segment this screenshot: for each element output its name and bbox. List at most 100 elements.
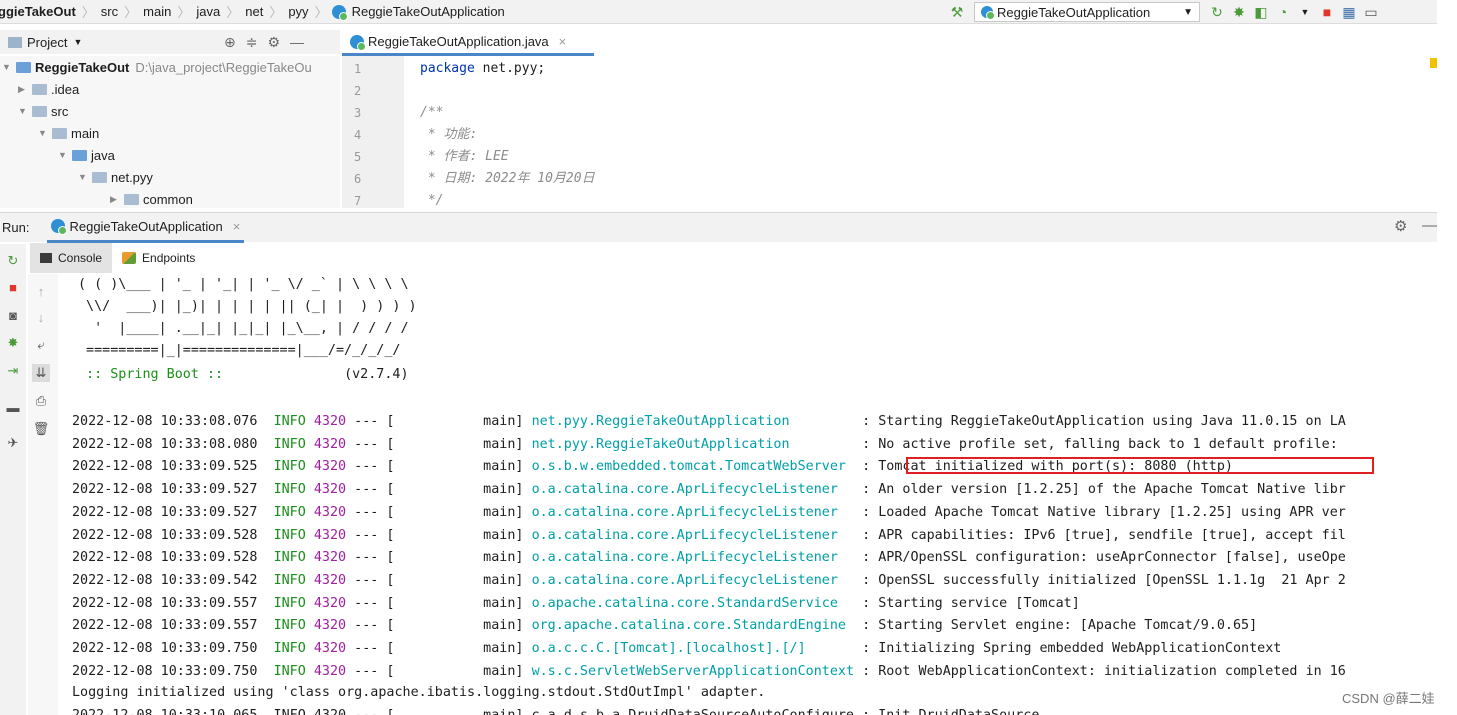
log-spacer	[257, 414, 273, 429]
log-timestamp: 2022-12-08 10:33:09.528	[72, 550, 258, 566]
rerun-icon[interactable]: ↻	[1206, 1, 1228, 23]
hide-minus-icon[interactable]: —	[290, 34, 304, 51]
code-editor[interactable]: package net.pyy; /** * 功能: * 作者: LEE * 日…	[420, 56, 1420, 208]
run-left-toolbar: ↻ ■ ◙ ✸ ⇥ ▬ ✈	[0, 244, 26, 715]
breadcrumb-net[interactable]: net	[243, 4, 265, 19]
log-pid: 4320	[313, 436, 347, 452]
watermark-text: CSDN @薛二娃	[1342, 691, 1435, 706]
expanded-arrow-icon[interactable]: ▼	[38, 128, 52, 138]
tree-item-net-pyy[interactable]: ▼ net.pyy	[78, 166, 153, 188]
rerun-icon[interactable]: ↻	[4, 252, 22, 270]
tree-item-src[interactable]: ▼ src	[18, 100, 68, 122]
console-icon	[40, 253, 52, 263]
package-folder-icon	[92, 171, 107, 183]
expanded-arrow-icon[interactable]: ▼	[18, 106, 32, 116]
close-icon[interactable]: ×	[559, 34, 567, 49]
log-thread: --- [ main]	[346, 572, 532, 588]
debug-bug-icon[interactable]: ✸	[4, 334, 22, 352]
editor-tab[interactable]: ReggieTakeOutApplication.java ×	[342, 30, 594, 56]
breadcrumb-java[interactable]: java	[194, 4, 222, 19]
log-spacer	[257, 596, 273, 611]
endpoints-icon	[122, 252, 137, 264]
collapsed-arrow-icon[interactable]: ▶	[110, 194, 124, 205]
stop-icon[interactable]: ■	[1316, 1, 1338, 23]
debug-bug-icon[interactable]: ✸	[1228, 1, 1250, 23]
breadcrumb-main[interactable]: main	[141, 4, 173, 19]
log-spacer	[257, 482, 273, 497]
build-hammer-icon[interactable]: ⚒	[946, 1, 968, 23]
arrow-down-icon[interactable]: ↓	[32, 308, 50, 326]
log-message: : No active profile set, falling back to…	[854, 436, 1338, 452]
breadcrumb-class[interactable]: ReggieTakeOutApplication	[350, 4, 507, 19]
locate-target-icon[interactable]: ⊕	[224, 34, 236, 51]
soft-wrap-icon[interactable]: ⤶	[32, 336, 50, 354]
gear-icon[interactable]: ⚙	[267, 34, 280, 51]
log-level: INFO	[273, 618, 306, 634]
tree-item-label: java	[91, 147, 115, 163]
arrow-up-icon[interactable]: ↑	[32, 282, 50, 300]
chevron-down-icon: ▼	[1183, 6, 1193, 18]
console-output[interactable]: ( ( )\___ | '_ | '_| | '_ \/ _` | \ \ \ …	[60, 274, 1437, 715]
tree-item-idea[interactable]: ▶ .idea	[18, 78, 79, 100]
tree-item-common[interactable]: ▶ common	[110, 188, 193, 208]
chevron-down-icon[interactable]: ▼	[1294, 1, 1316, 23]
tab-endpoints[interactable]: Endpoints	[112, 243, 205, 273]
run-configuration-label: ReggieTakeOutApplication	[997, 4, 1151, 20]
expanded-arrow-icon[interactable]: ▼	[78, 172, 92, 182]
scroll-to-end-icon[interactable]: ⇊	[32, 364, 50, 382]
folder-icon	[32, 83, 47, 95]
log-level: INFO	[273, 436, 306, 452]
run-configuration-selector[interactable]: ReggieTakeOutApplication ▼	[974, 2, 1200, 22]
warning-marker[interactable]	[1430, 58, 1437, 68]
vertical-scrollbar[interactable]	[1437, 0, 1457, 715]
breadcrumb-project[interactable]: ggieTakeOut	[0, 4, 78, 19]
login-icon[interactable]: ⇥	[4, 362, 22, 380]
breadcrumb-pyy[interactable]: pyy	[286, 4, 310, 19]
keyword-package: package	[420, 61, 475, 76]
profile-icon[interactable]: ◔	[1272, 1, 1294, 23]
hide-minus-icon[interactable]: —	[1422, 217, 1437, 234]
expanded-arrow-icon[interactable]: ▼	[2, 62, 16, 72]
log-line: 2022-12-08 10:33:09.527 INFO 4320 --- [ …	[72, 479, 1346, 501]
spring-class-icon	[51, 219, 68, 235]
tree-item-main[interactable]: ▼ main	[38, 122, 99, 144]
expanded-arrow-icon[interactable]: ▼	[58, 150, 72, 160]
pin-icon[interactable]: ✈	[4, 434, 22, 452]
tree-item-java[interactable]: ▼ java	[58, 144, 115, 166]
log-logger: o.a.catalina.core.AprLifecycleListener	[531, 572, 855, 588]
toolbar-right: ⚒ ReggieTakeOutApplication ▼ ↻ ✸ ◧ ◔ ▼ ■…	[946, 0, 1382, 23]
log-timestamp: 2022-12-08 10:33:08.080	[72, 436, 258, 452]
log-message: : Loaded Apache Tomcat Native library [1…	[854, 504, 1346, 520]
tab-endpoints-label: Endpoints	[142, 251, 196, 265]
coverage-icon[interactable]: ◧	[1250, 1, 1272, 23]
code-line: package net.pyy;	[420, 58, 545, 80]
log-logger: o.a.catalina.core.AprLifecycleListener	[531, 527, 855, 543]
print-icon[interactable]: ⎙	[32, 392, 50, 410]
log-thread: --- [ main]	[346, 641, 532, 656]
layout-icon[interactable]: ▬	[4, 398, 22, 416]
gear-icon[interactable]: ⚙	[1394, 217, 1407, 235]
run-tab[interactable]: ReggieTakeOutApplication ×	[47, 213, 245, 243]
log-logger: o.s.b.w.embedded.tomcat.TomcatWebServer	[531, 459, 846, 475]
log-spacer	[257, 437, 273, 452]
run-tab-label: ReggieTakeOutApplication	[69, 218, 223, 234]
project-panel-title[interactable]: Project	[27, 35, 67, 50]
editor-tab-label: ReggieTakeOutApplication.java	[368, 34, 549, 49]
chevron-down-icon[interactable]: ▼	[73, 37, 82, 47]
project-structure-icon[interactable]: ▦	[1338, 1, 1360, 23]
close-icon[interactable]: ×	[233, 219, 241, 234]
terminal-icon[interactable]: ▭	[1360, 1, 1382, 23]
collapsed-arrow-icon[interactable]: ▶	[18, 84, 32, 95]
console-toolbar: ↑ ↓ ⤶ ⇊ ⎙ 🗑	[28, 274, 58, 715]
line-number-gutter: 1 2 3 4 5 6 7	[342, 56, 404, 208]
log-spacer	[257, 573, 273, 588]
collapse-all-icon[interactable]: ≑	[246, 34, 258, 51]
trash-icon[interactable]: 🗑	[32, 420, 50, 438]
tree-item-root[interactable]: ▼ ReggieTakeOut D:\java_project\ReggieTa…	[2, 56, 312, 78]
breadcrumb-src[interactable]: src	[99, 4, 120, 19]
log-plain-line: Logging initialized using 'class org.apa…	[72, 685, 766, 700]
log-level: INFO	[273, 595, 306, 611]
stop-icon[interactable]: ■	[4, 278, 22, 296]
camera-icon[interactable]: ◙	[4, 306, 22, 324]
tab-console[interactable]: Console	[30, 243, 113, 273]
